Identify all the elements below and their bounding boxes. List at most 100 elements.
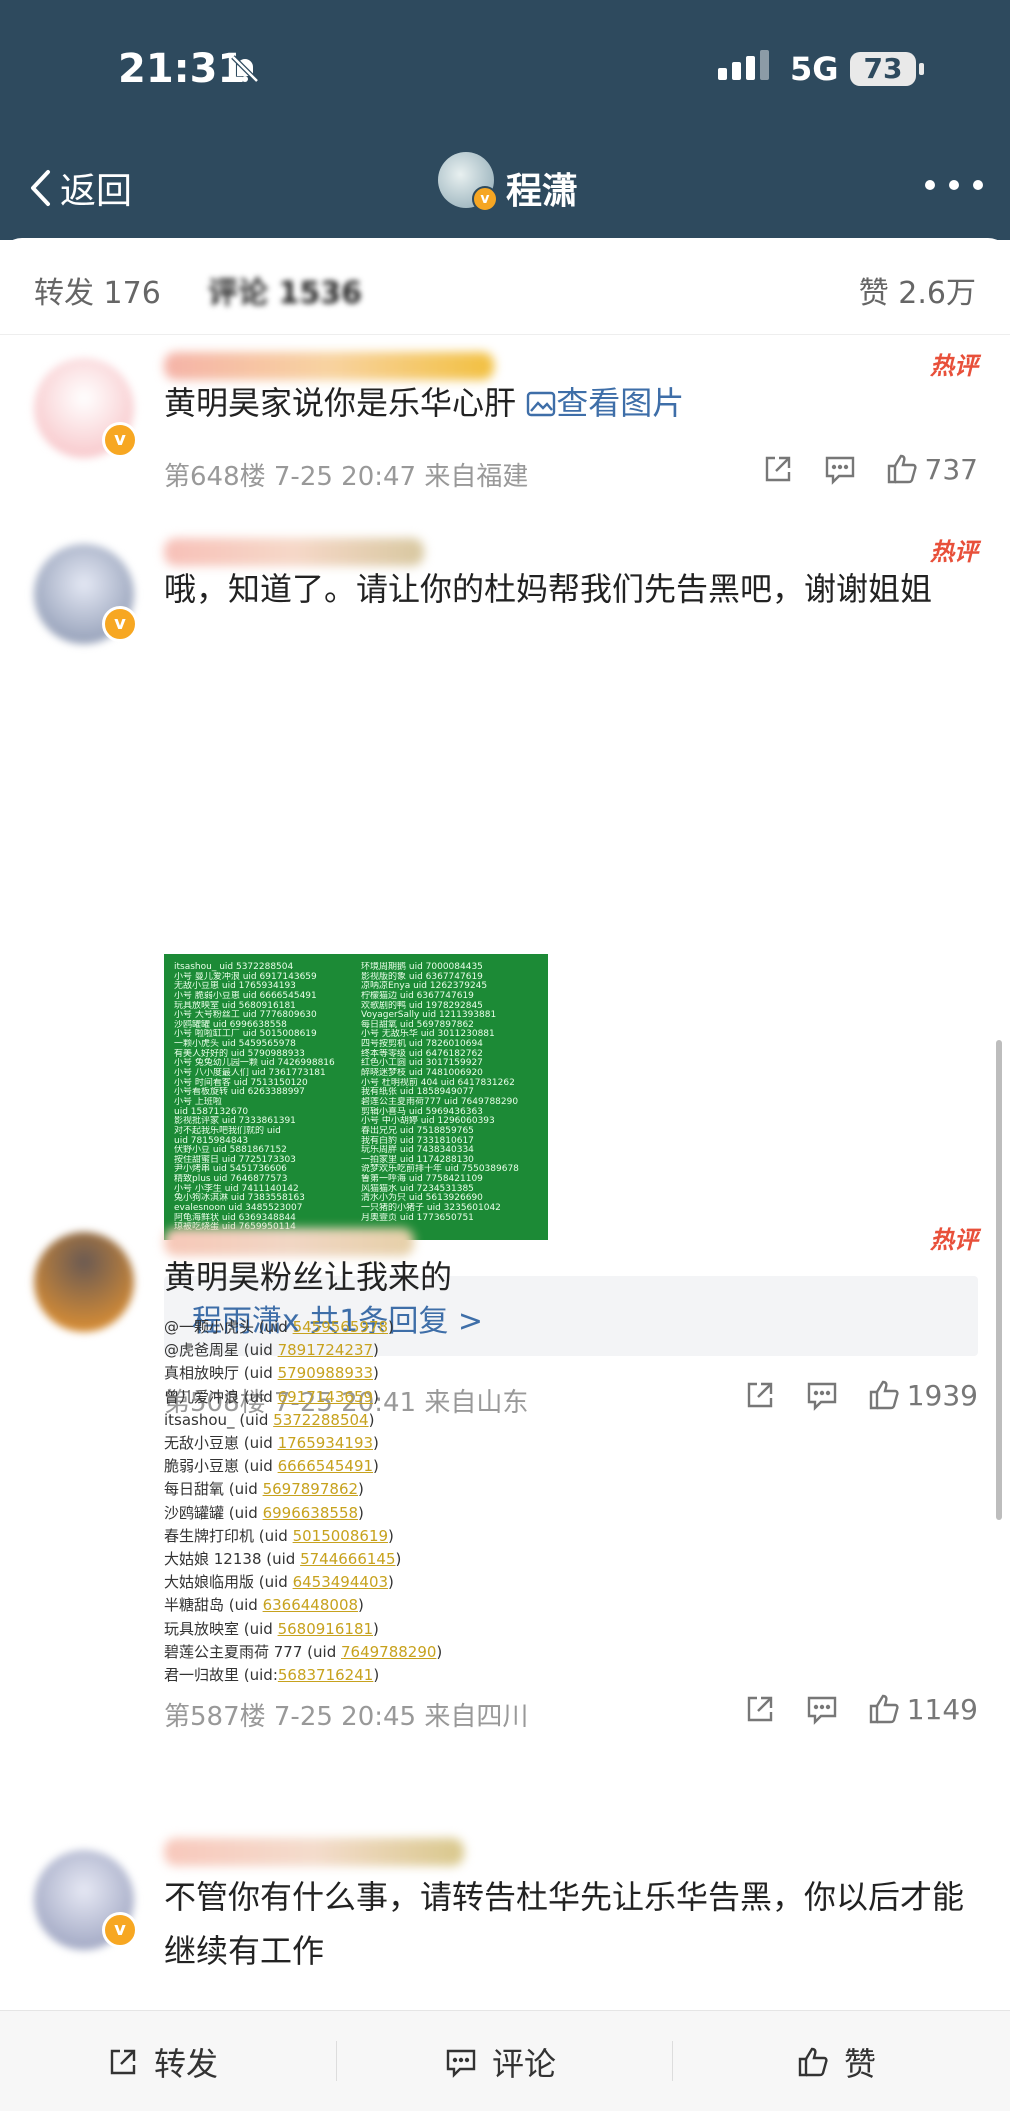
image-text-line: 月奥壹页 uid 1773650751 [361,1212,474,1223]
image-text-line: 四号按剪机 uid 7826010694 [361,1039,483,1049]
image-text-line: 小号 兔兔幼儿园一颗 uid 7426998816 [174,1058,335,1069]
share-icon [110,2049,136,2075]
image-text-line: 沙鸥罐罐 uid 6996638558 [174,1019,287,1030]
image-text-line: 玩乐周胖 uid 7438340334 [361,1145,474,1155]
uid-line: 沙鸥罐罐 (uid 6996638558) [164,1503,364,1522]
tab-repost[interactable]: 转发 176 [34,268,161,312]
comment-text: 哦，知道了。请让你的杜妈帮我们先告黑吧，谢谢姐姐 [164,570,933,608]
image-text-line: 伏野小豆 uid 5881867152 [174,1145,287,1155]
comments-sheet: 转发 176 评论 1536 赞 2.6万 v 热评 黄明昊家说你是乐华心肝 查… [0,238,1010,2110]
comment-image[interactable]: itsashou_ uid 5372288504 环境周期鹅 uid 70000… [164,954,548,1240]
image-text-line: 小号看板旋转 uid 6263388997 [174,1087,305,1097]
image-text-line: 影视批评家 uid 7333861391 [174,1116,296,1126]
back-label: 返回 [60,171,133,212]
image-text-line: 精致plus uid 7646877573 [174,1174,288,1184]
share-icon[interactable] [743,1692,777,1726]
verified-badge-icon: v [102,422,138,458]
more-options-icon[interactable] [925,180,983,192]
uid-line: 春生牌打印机 (uid 5015008619) [164,1526,394,1545]
share-icon[interactable] [743,1378,777,1412]
uid-line: 大姑娘临用版 (uid 6453494403) [164,1573,394,1592]
tab-likes[interactable]: 赞 2.6万 [859,268,976,312]
back-button[interactable]: 返回 [28,162,132,214]
tab-comments[interactable]: 评论 1536 [208,268,362,312]
image-text-line: 环境周期鹅 uid 7000084435 [361,962,483,972]
uid-line: 曾儿爱冲浪 (uid 6917143659) [164,1387,379,1406]
cellular-signal-icon [718,50,774,80]
comment-meta: 第648楼 7-25 20:47 来自福建 [164,462,529,492]
image-text-line: 欢歌剧的鸭 uid 1978292845 [361,1000,483,1011]
scrollbar[interactable] [996,1040,1002,1520]
image-text-line: 尹小烤串 uid 5451736606 [174,1164,287,1175]
like-count: 1149 [906,1692,978,1726]
image-text-line: 凉呐凉Enya uid 1262379245 [361,981,488,991]
share-icon[interactable] [761,452,795,486]
battery-icon: 73 [850,52,924,86]
image-text-line: 鲁第一呼海 uid 7758421109 [361,1174,483,1184]
image-text-line: 我有白豹 uid 7331810617 [361,1135,474,1146]
repost-label: 转发 [154,2045,219,2083]
commenter-avatar[interactable] [34,1232,134,1332]
nav-bar: 返回 v 程潇 [0,140,1010,240]
page-title[interactable]: 程潇 [506,162,578,214]
uid-line: 大姑娘 12138 (uid 5744666145) [164,1550,402,1569]
like-label: 赞 [844,2045,877,2083]
image-text-line: 小号 中小胡婷 uid 1296060393 [361,1116,495,1126]
like-button[interactable]: 1149 [867,1692,978,1726]
commenter-name[interactable] [164,1838,464,1866]
image-text-line: 对不起我乐吧我们就的 uid [174,1125,281,1136]
comment-meta: 第587楼 7-25 20:45 来自四川 [164,1702,529,1732]
image-text-line: 终本等零级 uid 6476182762 [361,1048,483,1059]
like-count: 737 [924,452,978,486]
mute-bell-icon [231,55,259,83]
thumbs-up-icon [887,454,917,484]
comment-button[interactable]: 评论 [444,2039,556,2085]
comment-actions: 1939 [743,1378,978,1412]
image-icon [526,391,556,417]
like-button[interactable]: 赞 [796,2039,876,2085]
uid-line: 真相放映厅 (uid 5790988933) [164,1364,379,1383]
uid-line: 碧莲公主夏雨荷 777 (uid 7649788290) [164,1642,443,1661]
verified-badge-icon: v [102,1912,138,1948]
comment-icon[interactable] [805,1378,839,1412]
thumbs-up-icon [869,1694,899,1724]
uid-line: 半糖甜岛 (uid 6366448008) [164,1596,364,1615]
like-button[interactable]: 737 [885,452,978,486]
image-text-line: 小号 无敌乐华 uid 3011230881 [361,1029,495,1040]
uid-line: @一颗小虎头 (uid 5459565978) [164,1318,394,1336]
image-text-line: 柠檬猫边 uid 6367747619 [361,990,474,1001]
uid-line: 无敌小豆崽 (uid 1765934193) [164,1434,379,1453]
comment-icon[interactable] [805,1692,839,1726]
image-text-line: 小号 小李生 uid 7411140142 [174,1183,299,1194]
uid-list-image[interactable]: @一颗小虎头 (uid 5459565978) @虎爸周星 (uid 78917… [164,1316,494,1687]
image-text-line: 每日甜氧 uid 5697897862 [361,1019,474,1030]
like-button[interactable]: 1939 [867,1378,978,1412]
comment-label: 评论 [492,2045,557,2083]
image-text-line: 春出兄兄 uid 7518859765 [361,1125,474,1136]
uid-line: @虎爸周星 (uid 7891724237) [164,1341,379,1360]
verified-badge-icon: v [472,186,498,212]
view-image-link[interactable]: 查看图片 [526,384,684,422]
image-text-line: 一颗小虎头 uid 5459565978 [174,1039,296,1049]
comment-actions: 737 [761,452,978,486]
image-text-line: 一只猪的小猪子 uid 3235601042 [361,1203,501,1213]
repost-button[interactable]: 转发 [106,2039,218,2085]
image-text-line: uid 1587132670 [174,1106,249,1117]
image-text-line: 阿龟海鲜状 uid 6369348844 [174,1212,296,1223]
comment-icon[interactable] [823,452,857,486]
comment-text: 不管你有什么事，请转告杜华先让乐华告黑，你以后才能继续有工作 [164,1878,965,1970]
network-type: 5G [790,50,839,88]
status-time: 21:31 [118,46,246,92]
image-text-line: 小号 大号粉丝工 uid 7776809630 [174,1010,317,1020]
chevron-left-icon [31,170,50,206]
comment-text: 黄明昊粉丝让我来的 [164,1258,453,1296]
comment-actions: 1149 [743,1692,978,1726]
comment-text: 黄明昊家说你是乐华心肝 查看图片 [164,384,685,422]
image-text-line: 碧莲公主夏雨荷777 uid 7649788290 [361,1096,519,1107]
image-text-line: 小号 时间看客 uid 7513150120 [174,1077,308,1088]
uid-line: 每日甜氧 (uid 5697897862) [164,1480,364,1499]
author-avatar[interactable]: v [438,152,498,212]
image-text-line: 玩具放映室 uid 5680916181 [174,1000,296,1011]
image-text-line: itsashou_ uid 5372288504 [174,962,294,972]
image-text-line: 小号 上班啦 [174,1096,222,1107]
